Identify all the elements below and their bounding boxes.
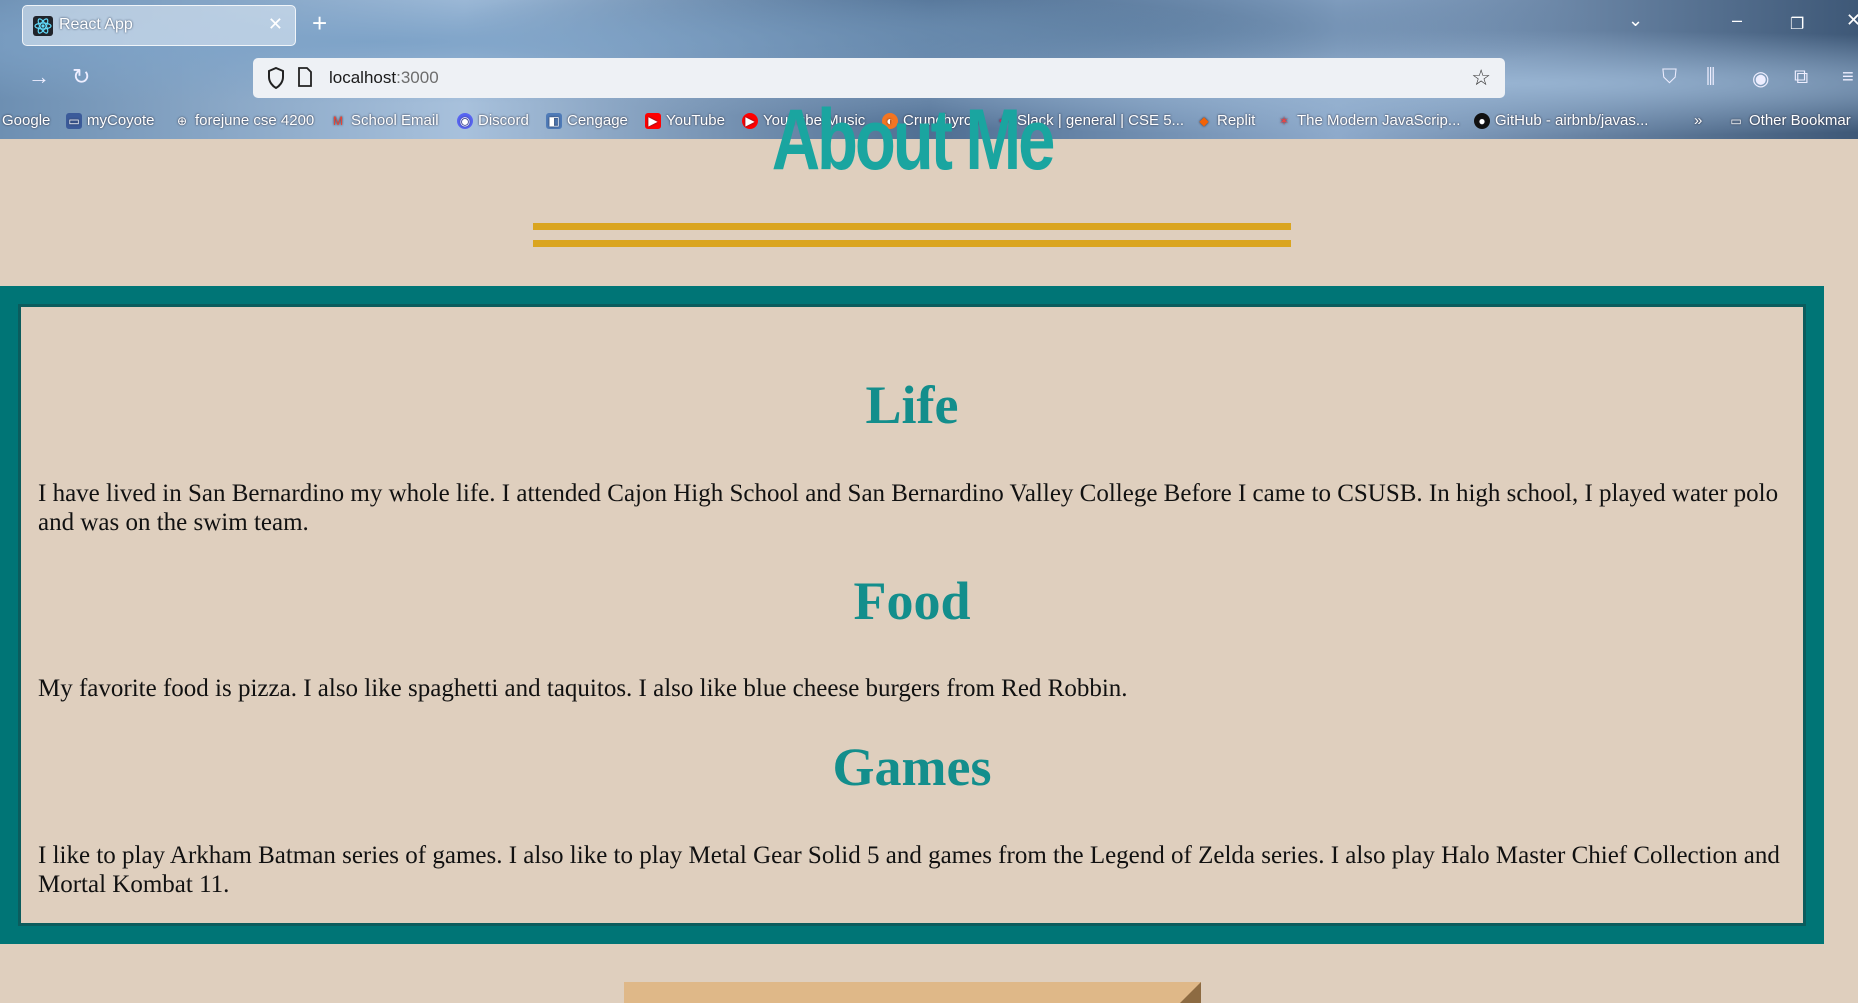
- menu-icon[interactable]: ≡: [1842, 66, 1854, 89]
- forward-icon[interactable]: →: [28, 64, 50, 90]
- new-tab-button[interactable]: +: [312, 8, 327, 39]
- section-text-games: I like to play Arkham Batman series of g…: [38, 842, 1780, 898]
- page-title: About Me: [771, 92, 1056, 188]
- bookmark-google[interactable]: Google: [2, 112, 50, 129]
- section-heading-games: Games: [832, 737, 992, 797]
- extensions-icon[interactable]: ⧉: [1794, 66, 1808, 89]
- account-icon[interactable]: ◉: [1752, 66, 1769, 91]
- section-text-food: My favorite food is pizza. I also like s…: [38, 675, 1128, 702]
- section-heading-life: Life: [865, 375, 959, 435]
- window-close-icon[interactable]: ✕: [1846, 10, 1858, 31]
- folder-icon: ▭: [1730, 113, 1742, 128]
- tab-list-icon[interactable]: ⌄: [1628, 10, 1643, 31]
- tab-title: React App: [59, 16, 133, 33]
- about-content-box: Life I have lived in San Bernardino my w…: [0, 286, 1824, 944]
- minimize-icon[interactable]: –: [1732, 10, 1742, 31]
- shield-icon: [268, 67, 284, 89]
- coyote-icon: ▭: [66, 112, 82, 129]
- title-rule-bottom: [533, 240, 1291, 247]
- library-icon[interactable]: ⫼: [1706, 66, 1715, 89]
- react-icon: [33, 16, 53, 36]
- url-text: localhost:3000: [329, 68, 439, 87]
- page-icon: [298, 67, 312, 87]
- close-tab-icon[interactable]: ✕: [268, 14, 283, 35]
- section-text-life: I have lived in San Bernardino my whole …: [38, 480, 1779, 536]
- globe-icon: ⊕: [176, 113, 188, 128]
- section-heading-food: Food: [853, 571, 971, 631]
- restore-icon[interactable]: ❐: [1790, 14, 1804, 34]
- other-bookmarks[interactable]: ▭ Other Bookmar: [1728, 112, 1850, 129]
- reload-icon[interactable]: ↻: [72, 64, 90, 90]
- title-rule-top: [533, 223, 1291, 230]
- pocket-icon[interactable]: ⛉: [1662, 66, 1677, 89]
- browser-tab[interactable]: React App ✕: [22, 5, 296, 46]
- more-bookmarks-icon[interactable]: »: [1694, 112, 1702, 129]
- bookmark-mycoyote[interactable]: ▭ myCoyote: [66, 112, 155, 129]
- bookmark-star-icon[interactable]: ☆: [1471, 65, 1491, 91]
- footer-block: [624, 982, 1201, 1003]
